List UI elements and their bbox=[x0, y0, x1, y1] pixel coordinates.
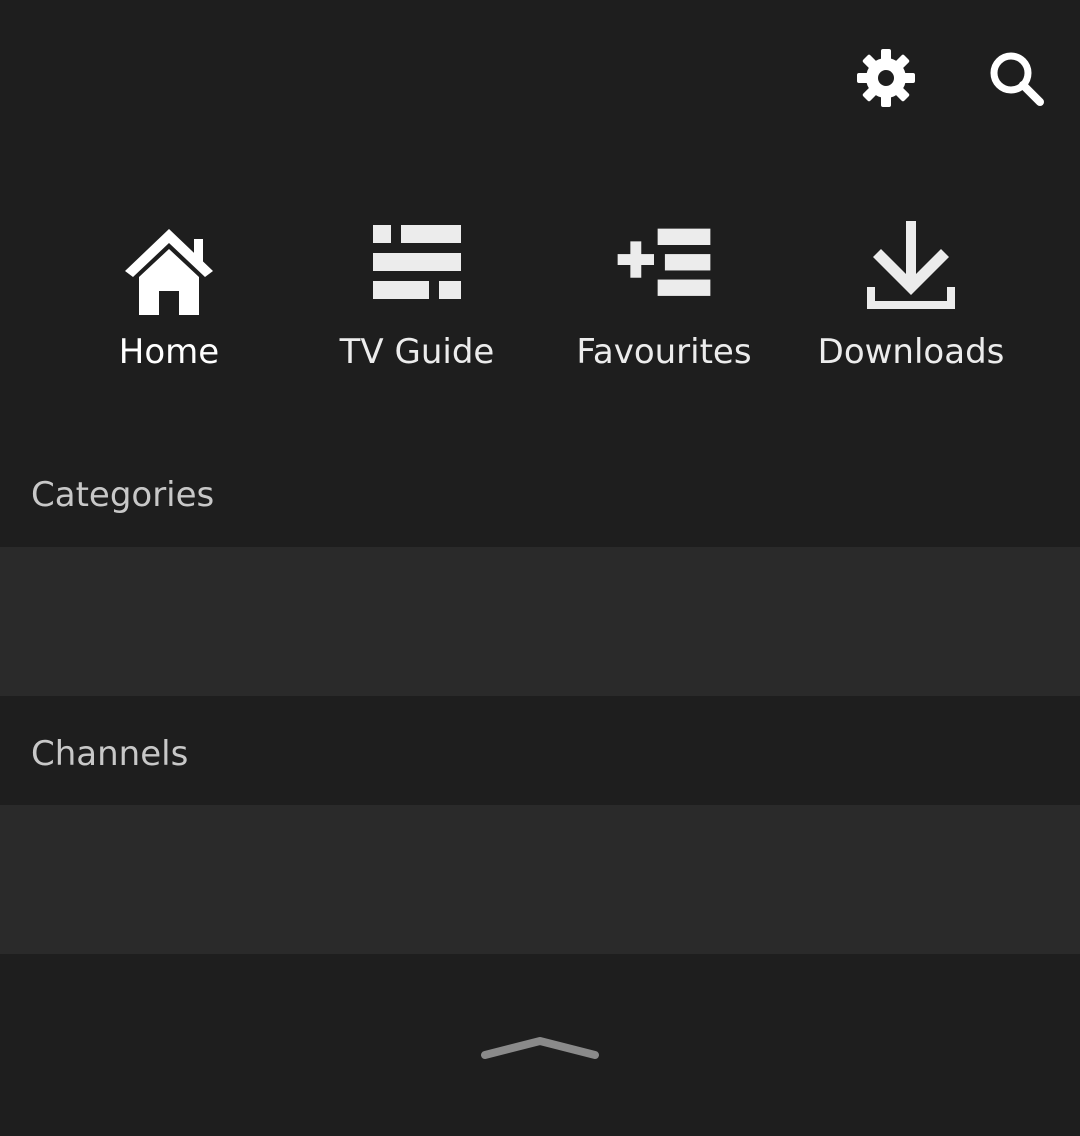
expand-handle[interactable] bbox=[470, 1022, 610, 1072]
search-button[interactable] bbox=[976, 38, 1056, 118]
home-icon bbox=[119, 205, 219, 315]
nav-label-favourites: Favourites bbox=[576, 332, 752, 372]
settings-button[interactable] bbox=[846, 38, 926, 118]
nav-item-downloads[interactable]: Downloads bbox=[801, 205, 1021, 395]
nav-item-tv-guide[interactable]: TV Guide bbox=[307, 205, 527, 395]
nav-item-home[interactable]: Home bbox=[59, 205, 279, 395]
chevron-up-icon bbox=[481, 1037, 599, 1059]
nav-label-tv-guide: TV Guide bbox=[339, 332, 495, 372]
gear-icon bbox=[857, 49, 915, 107]
favourites-add-icon bbox=[614, 205, 714, 315]
channels-panel bbox=[0, 805, 1080, 954]
nav-label-home: Home bbox=[118, 332, 220, 372]
nav-item-favourites[interactable]: Favourites bbox=[554, 205, 774, 395]
nav-label-downloads: Downloads bbox=[817, 332, 1005, 372]
tv-guide-icon bbox=[367, 205, 467, 315]
categories-panel bbox=[0, 547, 1080, 696]
channels-heading: Channels bbox=[31, 734, 189, 774]
download-icon bbox=[861, 205, 961, 315]
categories-heading: Categories bbox=[31, 475, 215, 515]
search-icon bbox=[990, 52, 1044, 106]
